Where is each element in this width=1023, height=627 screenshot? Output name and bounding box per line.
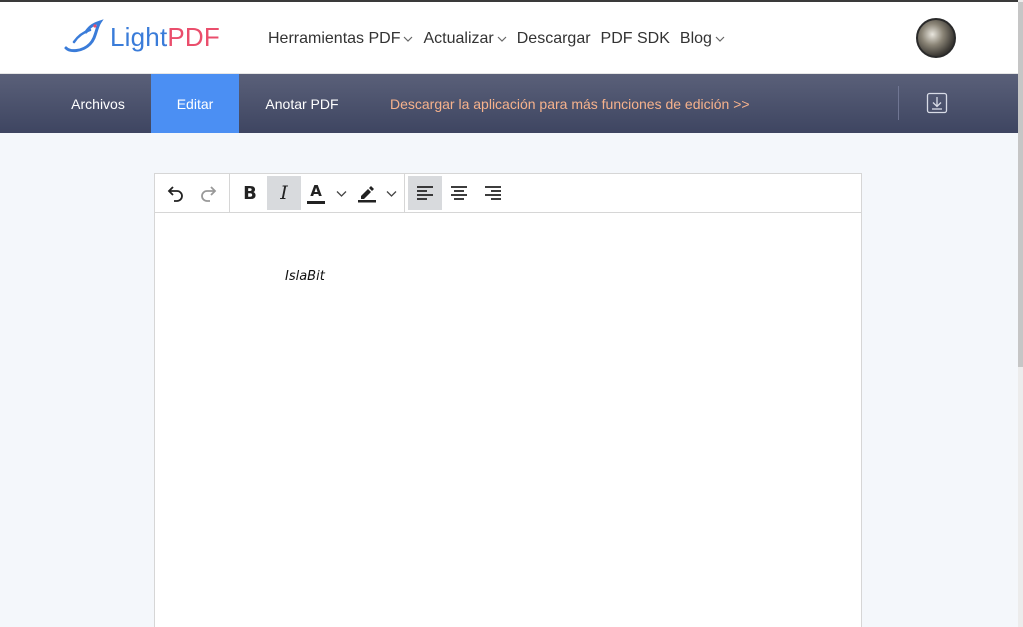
align-right-icon — [485, 186, 501, 200]
nav-pdf-sdk[interactable]: PDF SDK — [601, 30, 670, 48]
tab-archivos[interactable]: Archivos — [50, 74, 146, 133]
font-color-dropdown[interactable]: A — [301, 176, 351, 210]
nav-label: Descargar — [516, 30, 591, 47]
nav-label: PDF SDK — [600, 30, 670, 47]
page-scrollbar-thumb[interactable] — [1018, 2, 1023, 367]
bird-logo-icon — [64, 19, 104, 53]
logo-text-light: Light — [110, 21, 168, 52]
download-icon[interactable] — [926, 92, 948, 114]
bold-button[interactable]: B — [233, 176, 267, 210]
user-avatar[interactable] — [916, 18, 956, 58]
align-left-button[interactable] — [408, 176, 442, 210]
chevron-down-icon — [336, 190, 347, 197]
format-group: B I A — [230, 173, 405, 213]
nav-actualizar[interactable]: Actualizar — [423, 30, 507, 48]
align-left-icon — [417, 186, 433, 200]
toolbar-divider — [898, 86, 899, 120]
nav-blog[interactable]: Blog — [680, 30, 725, 48]
italic-button[interactable]: I — [267, 176, 301, 210]
nav-label: Blog — [679, 30, 712, 47]
app-toolbar: Archivos Editar Anotar PDF Descargar la … — [0, 74, 1018, 133]
tab-editar[interactable]: Editar — [151, 74, 239, 133]
chevron-down-icon — [386, 190, 397, 197]
align-center-icon — [451, 186, 467, 200]
highlight-color-dropdown[interactable] — [351, 176, 401, 210]
logo-text-pdf: PDF — [167, 21, 220, 52]
redo-icon — [201, 186, 217, 202]
undo-icon — [167, 186, 183, 202]
undo-button[interactable] — [158, 176, 192, 210]
highlighter-icon — [358, 186, 376, 203]
align-right-button[interactable] — [476, 176, 510, 210]
nav-label: Herramientas PDF — [268, 30, 401, 47]
alignment-group — [405, 174, 513, 213]
chevron-down-icon — [497, 36, 507, 42]
editor-toolbar: B I A — [155, 173, 861, 213]
redo-button[interactable] — [192, 176, 226, 210]
editor-document-area[interactable]: IslaBit — [155, 214, 861, 627]
chevron-down-icon — [404, 36, 413, 42]
chevron-down-icon — [715, 36, 725, 42]
history-group — [155, 173, 230, 213]
download-app-promo-link[interactable]: Descargar la aplicación para más funcion… — [390, 74, 750, 133]
lightpdf-logo[interactable]: LightPDF — [60, 18, 220, 56]
tab-anotar-pdf[interactable]: Anotar PDF — [247, 74, 357, 133]
align-center-button[interactable] — [442, 176, 476, 210]
nav-descargar[interactable]: Descargar — [517, 30, 591, 48]
nav-herramientas[interactable]: Herramientas PDF — [268, 30, 413, 48]
main-nav: Herramientas PDF Actualizar Descargar PD… — [268, 26, 735, 52]
site-header: LightPDF Herramientas PDF Actualizar Des… — [0, 2, 1018, 74]
font-color-letter: A — [310, 182, 322, 200]
rich-text-editor: B I A IslaBit — [154, 173, 862, 627]
font-color-icon: A — [307, 182, 325, 204]
document-text[interactable]: IslaBit — [285, 269, 325, 284]
nav-label: Actualizar — [423, 30, 494, 47]
